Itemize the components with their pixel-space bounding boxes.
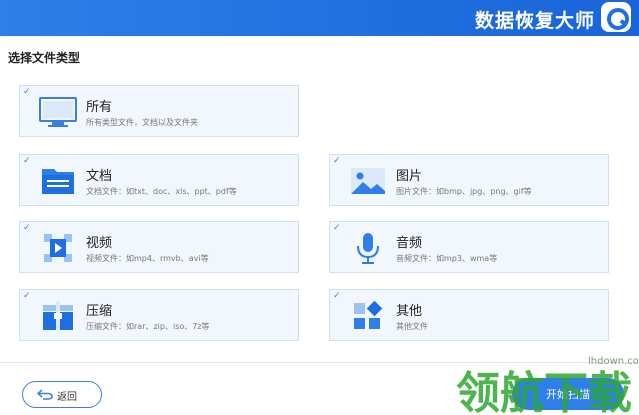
file-type-desc: 视频文件：如mp4、rmvb、avi等 — [86, 254, 209, 263]
file-type-images-card[interactable]: ✓ 图片 图片文件：如bmp、jpg、png、gif等 — [329, 154, 609, 206]
video-play-icon — [44, 234, 72, 262]
title-bar: 数据恢复大师 — [0, 0, 639, 36]
picture-icon — [351, 168, 385, 194]
file-type-all-card[interactable]: ✓ 所有 所有类型文件，文档以及文件夹 — [19, 85, 299, 137]
back-button[interactable]: 返回 — [22, 381, 102, 408]
file-type-desc: 其他文件 — [396, 322, 428, 331]
file-type-title: 图片 — [396, 169, 423, 184]
file-type-title: 音频 — [396, 236, 423, 251]
microphone-icon — [357, 233, 379, 264]
monitor-icon — [39, 97, 77, 127]
folder-document-icon — [42, 169, 74, 194]
checkbox-checked-icon[interactable]: ✓ — [333, 291, 343, 301]
start-scan-button[interactable]: 开始扫描 — [512, 378, 624, 410]
footer-divider — [0, 362, 639, 363]
checkbox-checked-icon[interactable]: ✓ — [333, 223, 343, 233]
other-blocks-icon — [354, 300, 383, 329]
file-type-desc: 所有类型文件，文档以及文件夹 — [86, 118, 198, 127]
compressed-archive-icon — [43, 301, 73, 330]
section-title: 选择文件类型 — [8, 51, 81, 65]
file-type-title: 视频 — [86, 236, 113, 251]
checkbox-checked-icon[interactable]: ✓ — [23, 156, 33, 166]
file-type-audio-card[interactable]: ✓ 音频 音频文件：如mp3、wma等 — [329, 221, 609, 273]
checkbox-checked-icon[interactable]: ✓ — [333, 156, 343, 166]
file-type-title: 压缩 — [86, 304, 113, 319]
checkbox-checked-icon[interactable]: ✓ — [23, 87, 33, 97]
file-type-desc: 图片文件：如bmp、jpg、png、gif等 — [396, 187, 532, 196]
file-type-desc: 压缩文件：如rar、zip、iso、7z等 — [86, 322, 210, 331]
file-type-other-card[interactable]: ✓ 其他 其他文件 — [329, 289, 609, 341]
file-type-title: 其他 — [396, 304, 423, 319]
file-type-video-card[interactable]: ✓ 视频 视频文件：如mp4、rmvb、avi等 — [19, 221, 299, 273]
brand-title: 数据恢复大师 — [474, 10, 595, 32]
file-type-desc: 音频文件：如mp3、wma等 — [396, 254, 498, 263]
file-type-desc: 文档文件：如txt、doc、xls、ppt、pdf等 — [86, 187, 237, 196]
file-type-archive-card[interactable]: ✓ 压缩 压缩文件：如rar、zip、iso、7z等 — [19, 289, 299, 341]
magnifier-logo-icon — [601, 2, 631, 32]
checkbox-checked-icon[interactable]: ✓ — [23, 291, 33, 301]
checkbox-checked-icon[interactable]: ✓ — [23, 223, 33, 233]
file-type-docs-card[interactable]: ✓ 文档 文档文件：如txt、doc、xls、ppt、pdf等 — [19, 154, 299, 206]
back-button-label: 返回 — [57, 392, 77, 403]
start-scan-label: 开始扫描 — [546, 388, 590, 401]
file-type-title: 文档 — [86, 169, 113, 184]
file-type-title: 所有 — [86, 100, 113, 115]
return-arrow-icon — [37, 389, 53, 400]
